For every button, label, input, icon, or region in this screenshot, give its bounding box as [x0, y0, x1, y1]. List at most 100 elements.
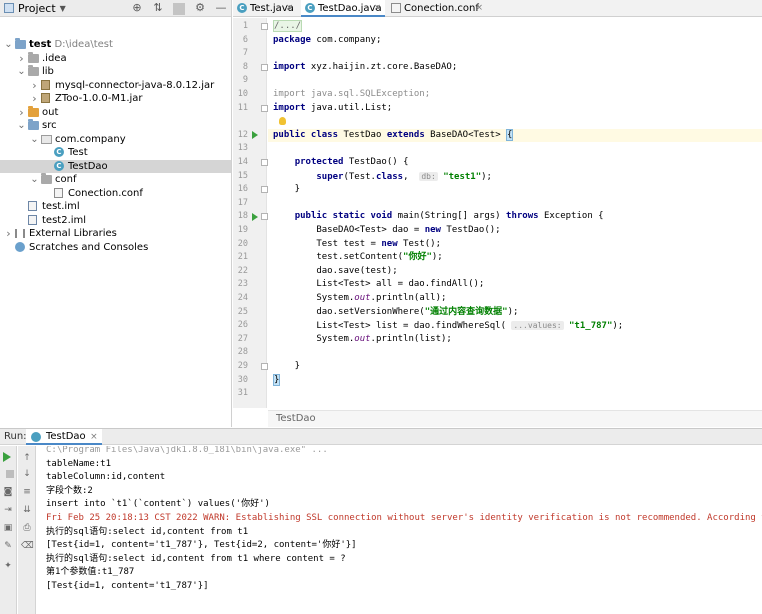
tree-item[interactable]: › .idea: [0, 51, 231, 65]
tree-item[interactable]: › External Libraries: [0, 227, 231, 240]
code-line[interactable]: dao.setVersionWhere("通过内容查询数据");: [273, 306, 518, 319]
editor-tab[interactable]: Conection.conf ×: [387, 0, 487, 17]
code-line[interactable]: }: [273, 183, 300, 196]
code-line[interactable]: public static void main(String[] args) t…: [273, 210, 604, 223]
line-number: 14: [237, 157, 248, 167]
tree-item[interactable]: ⌄ test D:\idea\test: [0, 38, 231, 51]
close-icon[interactable]: ×: [475, 0, 483, 17]
run-tab[interactable]: TestDao ×: [26, 429, 102, 445]
module-file-icon: [28, 214, 37, 225]
gear-icon[interactable]: ⚙: [194, 1, 206, 15]
code-line[interactable]: Test test = new Test();: [273, 238, 441, 251]
code-editor[interactable]: /.../package com.company; import xyz.haij…: [268, 18, 762, 408]
restore-layout-icon[interactable]: ▣: [2, 522, 14, 534]
tree-item[interactable]: C Test: [0, 146, 231, 159]
close-icon[interactable]: ×: [285, 0, 293, 17]
code-line[interactable]: }: [273, 373, 281, 387]
run-gutter-icon[interactable]: [252, 212, 258, 221]
tree-item-label: conf: [55, 174, 77, 185]
chevron-down-icon[interactable]: ⌄: [30, 173, 39, 186]
tree-item-label: Test: [68, 147, 88, 158]
code-line[interactable]: package com.company;: [273, 34, 381, 47]
line-number: 17: [237, 197, 248, 208]
chevron-right-icon[interactable]: ›: [17, 106, 26, 119]
close-icon[interactable]: ×: [373, 0, 381, 17]
scroll-to-end-icon[interactable]: ⇊: [21, 504, 33, 516]
arrow-up-icon[interactable]: ↑: [21, 452, 33, 464]
tree-item[interactable]: ⌄ com.company: [0, 133, 231, 146]
breadcrumb-bar: TestDao: [268, 410, 762, 427]
soft-wrap-icon[interactable]: ≡: [21, 486, 33, 498]
fold-marker[interactable]: [261, 23, 268, 30]
code-line[interactable]: BaseDAO<Test> dao = new TestDao();: [273, 224, 500, 237]
camera-icon[interactable]: ◙: [2, 486, 14, 498]
fold-marker[interactable]: [261, 63, 268, 71]
tree-item[interactable]: C TestDao: [0, 159, 231, 173]
run-console[interactable]: C:\Program Files\Java\jdk1.8.0_181\bin\j…: [37, 446, 762, 614]
code-line[interactable]: import xyz.haijin.zt.core.BaseDAO;: [273, 61, 457, 74]
code-line[interactable]: protected TestDao() {: [273, 156, 409, 169]
code-line[interactable]: import java.util.List;: [273, 102, 392, 115]
chevron-down-icon[interactable]: ⌄: [17, 65, 26, 78]
code-line[interactable]: public class TestDao extends BaseDAO<Tes…: [268, 128, 762, 142]
chevron-right-icon[interactable]: ›: [17, 52, 26, 65]
code-line[interactable]: List<Test> list = dao.findWhereSql( ...v…: [273, 319, 623, 332]
breadcrumb[interactable]: TestDao: [276, 413, 316, 424]
rerun-icon[interactable]: [3, 452, 11, 462]
tree-item[interactable]: test2.iml: [0, 214, 231, 227]
tree-item[interactable]: ⌄ conf: [0, 173, 231, 186]
run-panel-header: Run: TestDao ×: [0, 428, 762, 445]
close-icon[interactable]: ×: [90, 429, 98, 445]
code-line[interactable]: test.setContent("你好");: [273, 251, 442, 264]
code-line[interactable]: /.../: [273, 20, 303, 33]
trash-icon[interactable]: ⌫: [21, 540, 34, 552]
fold-marker[interactable]: [261, 159, 268, 166]
lightbulb-icon[interactable]: [279, 117, 286, 126]
minimize-icon[interactable]: —: [215, 1, 227, 15]
folder-icon: [41, 173, 52, 184]
tree-item[interactable]: Conection.conf: [0, 187, 231, 200]
tree-item[interactable]: › out: [0, 105, 231, 119]
rerun-failed-icon[interactable]: [2, 468, 14, 480]
pushpin-icon[interactable]: ✦: [2, 560, 14, 572]
code-line[interactable]: }: [273, 360, 300, 373]
class-icon: C: [54, 160, 64, 171]
editor-tab[interactable]: C TestDao.java ×: [301, 0, 385, 17]
exit-icon[interactable]: ⇥: [2, 504, 14, 516]
editor-tab[interactable]: C Test.java ×: [233, 0, 297, 17]
run-gutter-icon[interactable]: [252, 131, 258, 140]
chevron-down-icon[interactable]: ⌄: [17, 119, 26, 132]
code-line[interactable]: System.out.println(all);: [273, 292, 446, 305]
print-icon[interactable]: ⎙: [21, 522, 33, 534]
code-line[interactable]: System.out.println(list);: [273, 333, 451, 346]
console-line: 执行的sql语句:select id,content from t1 where…: [46, 553, 346, 564]
code-line[interactable]: List<Test> all = dao.findAll();: [273, 278, 484, 291]
fold-marker[interactable]: [261, 363, 268, 370]
tree-item[interactable]: › mysql-connector-java-8.0.12.jar: [0, 79, 231, 92]
editor-gutter: 1 6 7 8 9 10 11 12 13 14 15 16 17 18 19 20 21 22 23 24 25 26 2…: [233, 18, 268, 408]
chevron-down-icon[interactable]: ▼: [60, 4, 66, 13]
code-line[interactable]: import java.sql.SQLException;: [273, 88, 430, 101]
chevron-right-icon[interactable]: ›: [30, 92, 39, 105]
chevron-down-icon[interactable]: ⌄: [4, 38, 13, 51]
jar-icon: [41, 79, 50, 90]
tree-item[interactable]: Scratches and Consoles: [0, 241, 231, 254]
tree-item[interactable]: › ZToo-1.0.0-M1.jar: [0, 92, 231, 105]
fold-marker[interactable]: [261, 104, 268, 112]
code-line[interactable]: dao.save(test);: [273, 265, 397, 278]
locate-icon[interactable]: ⊕: [131, 1, 143, 15]
pin-icon[interactable]: ✎: [2, 540, 14, 552]
fold-marker[interactable]: [261, 186, 268, 194]
chevron-down-icon[interactable]: ⌄: [30, 133, 39, 146]
fold-marker[interactable]: [261, 213, 268, 221]
line-number: 23: [237, 279, 248, 290]
project-panel-title[interactable]: Project: [18, 2, 56, 15]
code-line[interactable]: super(Test.class, db: "test1");: [273, 170, 492, 183]
collapse-all-icon[interactable]: ⇅: [152, 1, 164, 15]
tree-item[interactable]: ⌄ lib: [0, 65, 231, 78]
tree-item[interactable]: test.iml: [0, 200, 231, 213]
arrow-down-icon[interactable]: ↓: [21, 468, 33, 480]
chevron-right-icon[interactable]: ›: [4, 227, 13, 240]
tree-item[interactable]: ⌄ src: [0, 119, 231, 132]
chevron-right-icon[interactable]: ›: [30, 79, 39, 92]
